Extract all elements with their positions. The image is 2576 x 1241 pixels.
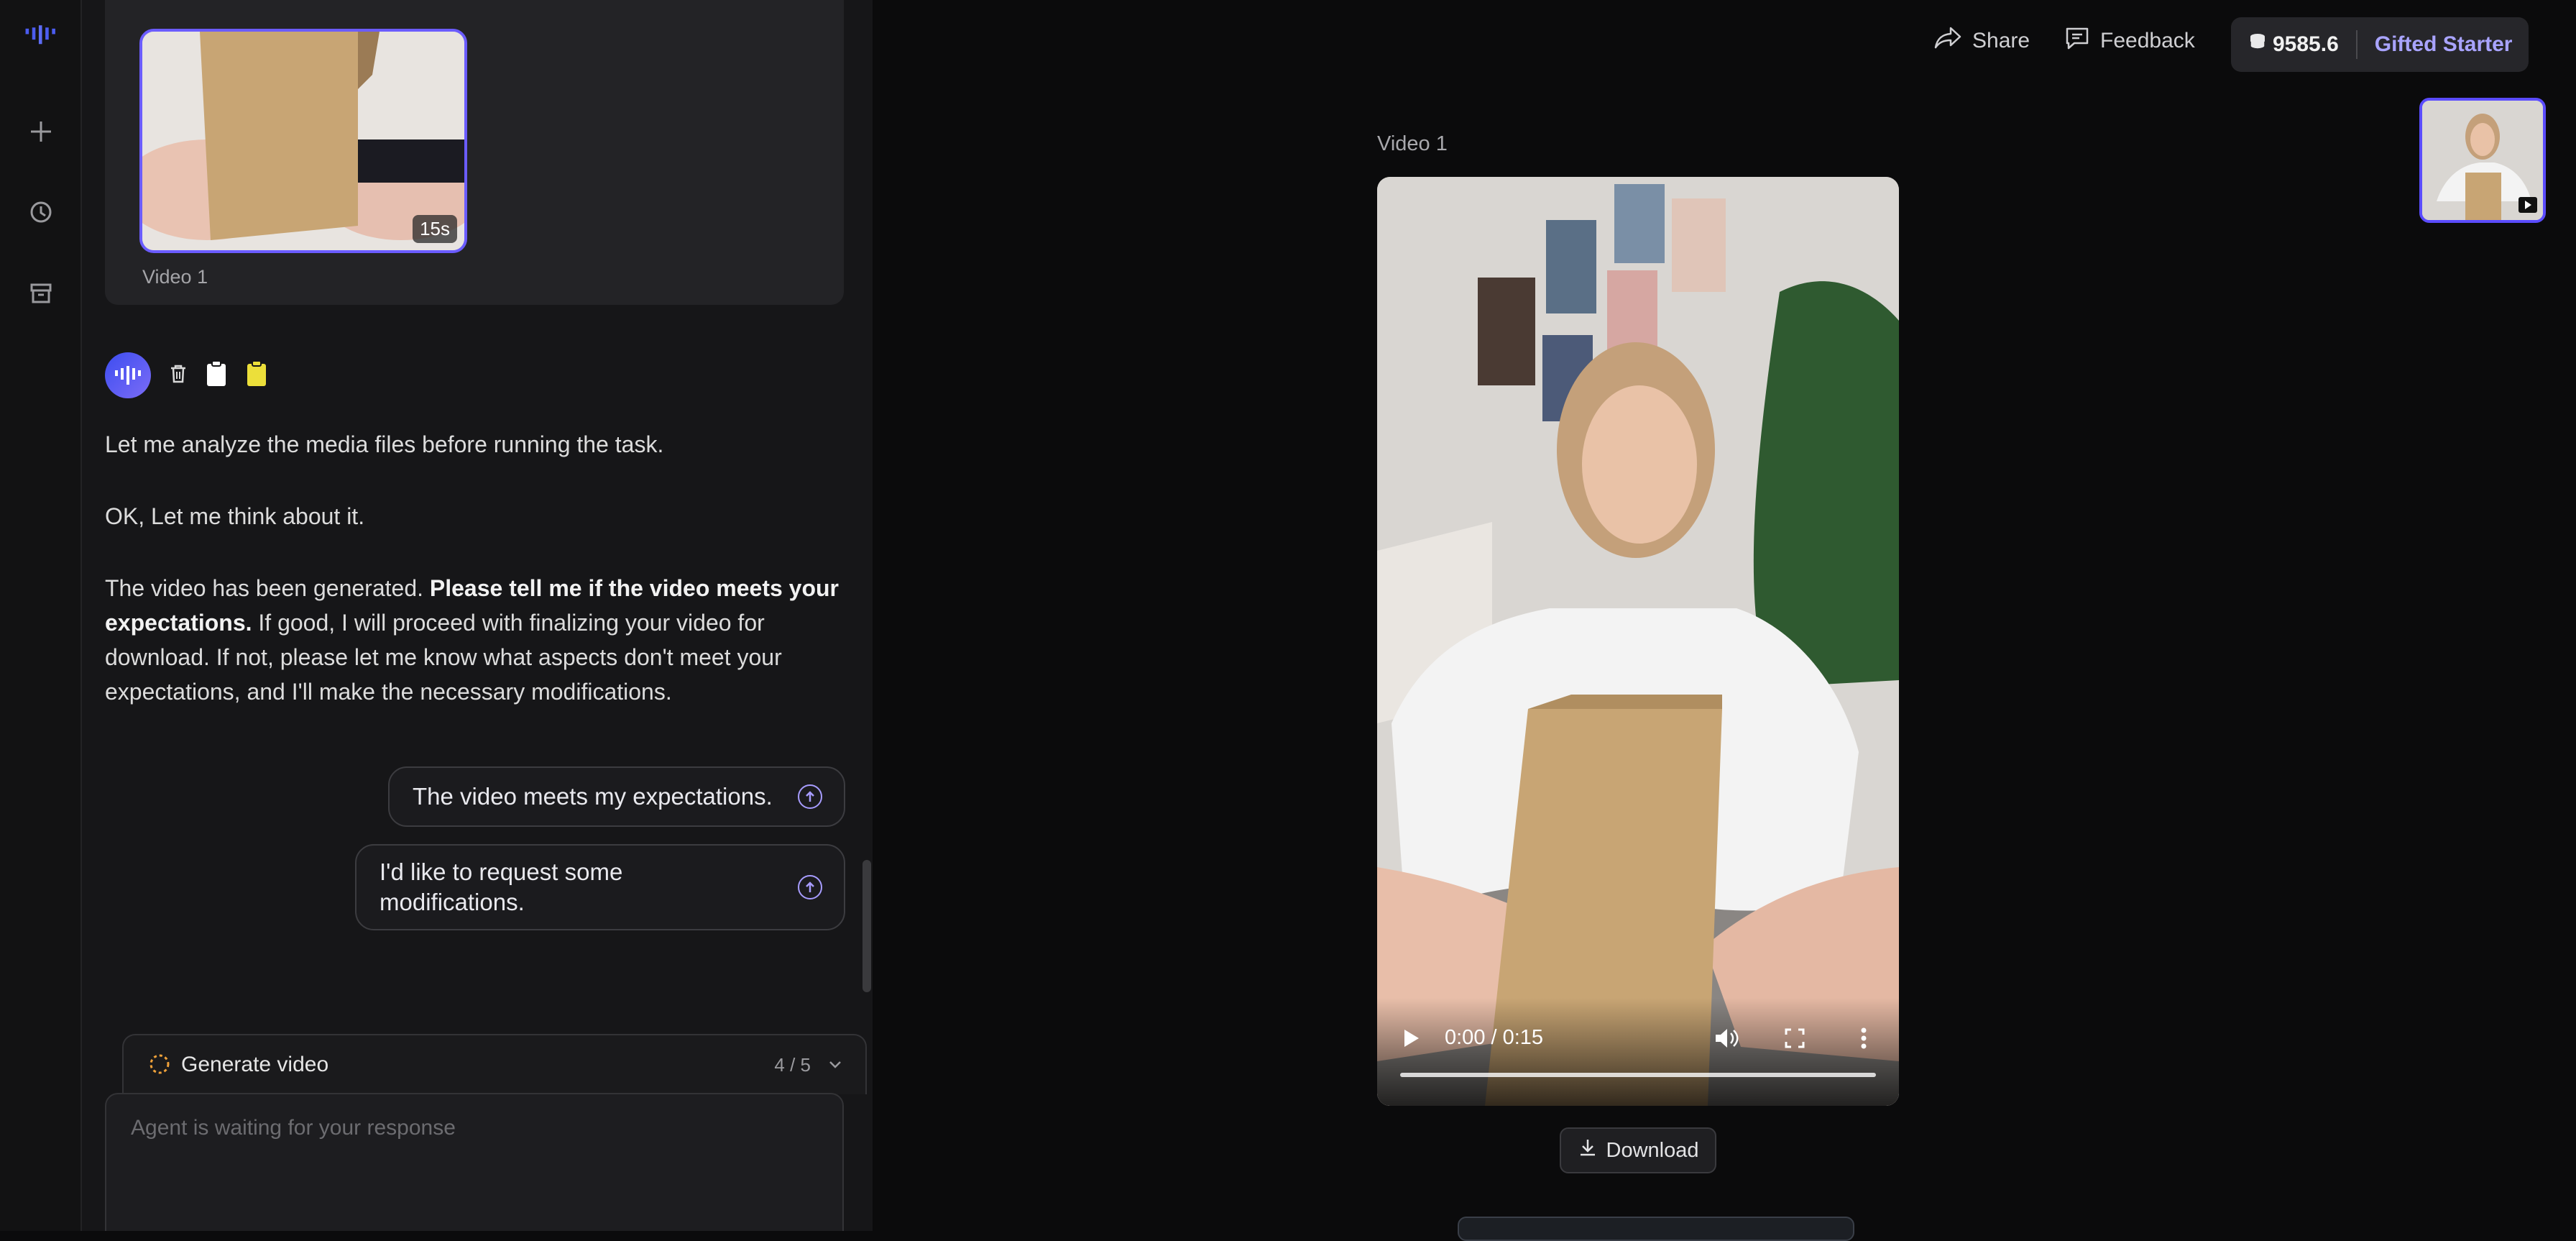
download-icon [1578,1137,1598,1163]
media-caption: Video 1 [142,266,208,288]
plus-icon[interactable] [24,115,58,148]
video-frame [1377,177,1899,1106]
clipboard-yellow-icon[interactable] [246,360,267,391]
duration-badge: 15s [413,215,457,243]
share-icon [1933,26,1962,56]
share-label: Share [1972,29,2030,52]
spinner-icon [148,1053,171,1079]
download-label: Download [1606,1138,1699,1162]
chat-panel: 15s Video 1 Let me analyze the media fil… [82,0,873,1231]
clipboard-icon[interactable] [206,360,227,391]
mini-thumbnail-image [2422,101,2543,220]
left-rail [0,0,82,1231]
coins-icon [2248,32,2267,58]
chevron-down-icon[interactable] [827,1055,844,1076]
chat-input-box [105,1093,844,1231]
feedback-button[interactable]: Feedback [2064,26,2195,56]
divider [2355,30,2358,59]
history-icon[interactable] [24,196,58,229]
arrow-up-circle-icon [798,784,822,809]
task-status-bar[interactable]: Generate video 4 / 5 [122,1034,867,1094]
fullscreen-icon[interactable] [1784,1027,1806,1053]
video-progress-bar[interactable] [1400,1073,1876,1077]
preview-title: Video 1 [1377,132,1448,155]
feedback-label: Feedback [2100,29,2195,52]
credits-plan-widget[interactable]: 9585.6 Gifted Starter [2231,17,2529,72]
feedback-icon [2064,26,2090,56]
agent-message-2: OK, Let me think about it. [105,503,365,529]
video-player[interactable]: 0:00 / 0:15 [1377,177,1899,1106]
video-controls: 0:00 / 0:15 [1377,998,1899,1106]
agent-message-3-lead: The video has been generated. [105,575,430,601]
play-icon[interactable] [1402,1027,1420,1053]
video-time: 0:00 / 0:15 [1445,1026,1544,1049]
plan-label[interactable]: Gifted Starter [2375,32,2513,57]
suggestion-label: I'd like to request some modifications. [380,858,623,915]
suggestion-meets-expectations[interactable]: The video meets my expectations. [388,766,845,827]
media-card: 15s Video 1 [105,0,844,305]
chat-input[interactable] [129,1114,822,1204]
trash-icon[interactable] [170,364,187,388]
download-button[interactable]: Download [1560,1127,1716,1173]
suggestion-label: The video meets my expectations. [413,783,773,810]
video-thumbnail[interactable]: 15s [139,29,467,253]
task-progress: 4 / 5 [774,1054,811,1076]
share-button[interactable]: Share [1933,26,2030,56]
chat-scrollbar[interactable] [862,860,871,992]
agent-message-1: Let me analyze the media files before ru… [105,431,664,457]
arrow-up-circle-icon [798,875,822,899]
agent-avatar [105,352,151,398]
volume-icon[interactable] [1714,1026,1739,1054]
agent-logo-icon [115,366,141,385]
video-list-thumbnail[interactable] [2419,98,2546,223]
archive-icon[interactable] [24,276,58,309]
message-toolbar [105,352,267,398]
credits-value: 9585.6 [2273,32,2339,56]
task-label: Generate video [181,1053,329,1076]
bottom-panel-edge [1458,1217,1854,1241]
logo-icon[interactable] [24,19,58,52]
agent-message-3: The video has been generated. Please tel… [105,571,845,709]
suggestion-request-modifications[interactable]: I'd like to request some modifications. [355,844,845,930]
more-options-icon[interactable] [1860,1027,1867,1053]
